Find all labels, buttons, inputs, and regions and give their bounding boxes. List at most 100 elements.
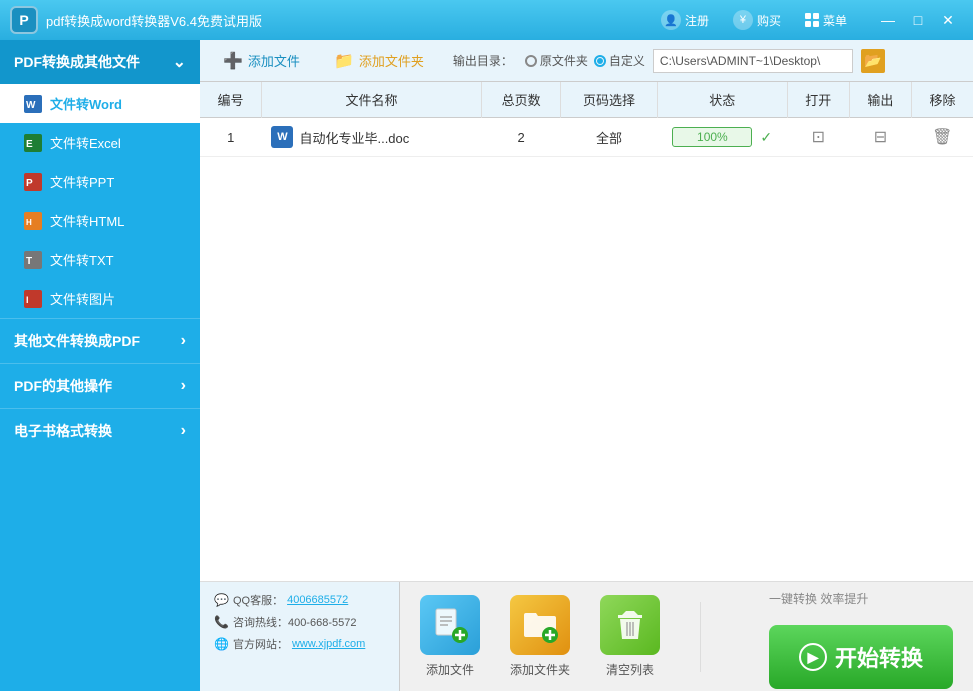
sidebar: PDF转换成其他文件 ⌄ W 文件转Word E 文件转Excel [0,40,200,691]
sidebar-item-txt[interactable]: T 文件转TXT [0,240,200,279]
output-icon[interactable]: ⊟ [872,127,889,148]
bottom-right-actions: 添加文件 添加文件夹 [400,582,973,691]
open-icon[interactable]: ⊡ [810,127,827,148]
check-icon: ✓ [760,129,772,146]
cell-status: 100% ✓ [657,118,787,157]
bottom-clear-button[interactable]: 清空列表 [600,595,660,678]
tagline: 一键转换 效率提升 [769,584,868,607]
table-header-row: 编号 文件名称 总页数 页码选择 状态 打开 输出 移除 [200,82,973,118]
window-controls: — □ ✕ [873,5,963,35]
col-output: 输出 [849,82,911,118]
bottom-add-folder-button[interactable]: 添加文件夹 [510,595,570,678]
folder-icon: 📂 [864,52,881,69]
chevron-down-icon: ⌄ [173,52,186,72]
col-open: 打开 [787,82,849,118]
ppt-icon: P [24,173,42,191]
grid-icon [805,13,819,27]
qq-row: 💬 QQ客服： 4006685572 [214,592,385,608]
maximize-button[interactable]: □ [903,5,933,35]
excel-icon: E [24,134,42,152]
start-convert-button[interactable]: ▶ 开始转换 [769,625,953,689]
sidebar-main-section[interactable]: PDF转换成其他文件 ⌄ [0,40,200,84]
bottom-add-file-icon [420,595,480,655]
sidebar-other-pdf-section[interactable]: 其他文件转换成PDF › [0,318,200,363]
col-filename: 文件名称 [261,82,481,118]
file-table: 编号 文件名称 总页数 页码选择 状态 打开 输出 移除 1 W 自动化 [200,82,973,157]
phone-row: 📞 咨询热线：400-668-5572 [214,614,385,630]
bottom-clear-label: 清空列表 [606,661,654,678]
file-table-area: 编号 文件名称 总页数 页码选择 状态 打开 输出 移除 1 W 自动化 [200,82,973,581]
radio-dot-original [525,55,537,67]
cell-open[interactable]: ⊡ [787,118,849,157]
add-file-icon: ➕ [223,51,243,71]
cell-pagesel: 全部 [561,118,657,157]
add-folder-icon: 📁 [334,51,354,71]
app-title: pdf转换成word转换器V6.4免费试用版 [46,11,653,30]
play-icon: ▶ [799,643,827,671]
sidebar-item-word[interactable]: W 文件转Word [0,84,200,123]
image-icon: I [24,290,42,308]
bottom-add-file-button[interactable]: 添加文件 [420,595,480,678]
register-button[interactable]: 👤 注册 [653,7,717,33]
word-doc-icon: W [271,126,293,148]
sidebar-item-ppt[interactable]: P 文件转PPT [0,162,200,201]
minimize-button[interactable]: — [873,5,903,35]
qq-icon: 💬 [214,593,229,607]
register-icon: 👤 [661,10,681,30]
output-label: 输出目录： [453,52,513,69]
html-icon: H [24,212,42,230]
chevron-right-icon-2: › [181,377,186,395]
title-bar: P pdf转换成word转换器V6.4免费试用版 👤 注册 ¥ 购买 菜单 — … [0,0,973,40]
chevron-right-icon: › [181,332,186,350]
sidebar-item-excel[interactable]: E 文件转Excel [0,123,200,162]
svg-text:W: W [26,100,36,111]
cell-filename: W 自动化专业毕...doc [261,118,481,157]
word-icon: W [24,95,42,113]
menu-button[interactable]: 菜单 [797,9,855,32]
browse-folder-button[interactable]: 📂 [861,49,885,73]
sidebar-ebook-section[interactable]: 电子书格式转换 › [0,408,200,453]
main-layout: PDF转换成其他文件 ⌄ W 文件转Word E 文件转Excel [0,40,973,691]
svg-text:H: H [26,218,32,227]
website-row: 🌐 官方网站： www.xjpdf.com [214,636,385,652]
svg-text:T: T [26,256,32,267]
custom-folder-radio[interactable]: 自定义 [594,52,645,69]
output-path-input[interactable] [653,49,853,73]
app-icon: P [10,6,38,34]
original-folder-radio[interactable]: 原文件夹 [525,52,588,69]
bottom-add-folder-label: 添加文件夹 [510,661,570,678]
filename-text: 自动化专业毕...doc [299,128,409,147]
col-pages: 总页数 [481,82,560,118]
svg-text:E: E [26,139,33,150]
cell-pages: 2 [481,118,560,157]
remove-icon[interactable]: 🗑 [930,127,954,148]
add-file-button[interactable]: ➕ 添加文件 [210,46,313,76]
add-folder-button[interactable]: 📁 添加文件夹 [321,46,437,76]
bottom-bar: 💬 QQ客服： 4006685572 📞 咨询热线：400-668-5572 🌐… [200,581,973,691]
buy-button[interactable]: ¥ 购买 [725,7,789,33]
bottom-add-folder-icon [510,595,570,655]
toolbar: ➕ 添加文件 📁 添加文件夹 输出目录： 原文件夹 自定义 📂 [200,40,973,82]
qq-link[interactable]: 4006685572 [287,594,348,606]
cell-remove[interactable]: 🗑 [912,118,973,157]
phone-icon: 📞 [214,615,229,629]
file-table-body: 1 W 自动化专业毕...doc 2 全部 100% ✓ ⊡ ⊟ 🗑 [200,118,973,157]
svg-text:P: P [26,178,33,189]
col-pagesel: 页码选择 [561,82,657,118]
table-row: 1 W 自动化专业毕...doc 2 全部 100% ✓ ⊡ ⊟ 🗑 [200,118,973,157]
cell-num: 1 [200,118,261,157]
sidebar-item-image[interactable]: I 文件转图片 [0,279,200,318]
sidebar-item-html[interactable]: H 文件转HTML [0,201,200,240]
radio-dot-custom [594,55,606,67]
content-area: ➕ 添加文件 📁 添加文件夹 输出目录： 原文件夹 自定义 📂 [200,40,973,691]
buy-icon: ¥ [733,10,753,30]
status-badge: 100% [672,127,752,147]
txt-icon: T [24,251,42,269]
website-link[interactable]: www.xjpdf.com [292,638,365,650]
right-section: 一键转换 效率提升 ▶ 开始转换 [769,584,953,689]
title-controls: 👤 注册 ¥ 购买 菜单 — □ ✕ [653,5,963,35]
close-button[interactable]: ✕ [933,5,963,35]
sidebar-pdf-operations-section[interactable]: PDF的其他操作 › [0,363,200,408]
radio-group: 原文件夹 自定义 [525,52,645,69]
cell-output[interactable]: ⊟ [849,118,911,157]
